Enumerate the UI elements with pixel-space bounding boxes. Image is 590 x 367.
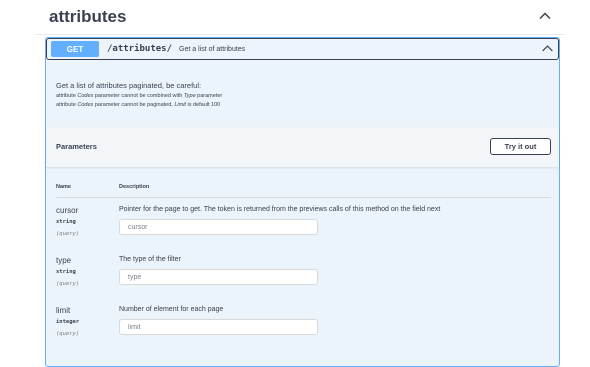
operation-description: Get a list of attributes paginated, be c… [56, 81, 546, 108]
param-type: string [56, 219, 76, 225]
tag-section-attributes: attributes GET /attributes/ Get a list o… [0, 0, 590, 367]
param-description: The type of the filter [119, 256, 181, 263]
chevron-up-icon[interactable] [537, 8, 553, 24]
parameters-title: Parameters [56, 142, 97, 151]
param-location: (query) [56, 331, 80, 337]
param-name: limit [56, 306, 71, 315]
param-description: Pointer for the page to get. The token i… [119, 206, 441, 213]
param-name: type [56, 256, 72, 265]
operation-summary-text: Get a list of attributes [179, 45, 246, 53]
column-header-name: Name [56, 184, 71, 190]
method-badge: GET [51, 41, 99, 57]
param-location: (query) [56, 231, 80, 237]
param-name: cursor [56, 206, 79, 215]
operation-summary[interactable]: GET /attributes/ Get a list of attribute… [46, 38, 559, 60]
try-it-out-button[interactable]: Try it out [490, 138, 551, 155]
column-header-description: Description [119, 184, 150, 190]
operation-block-get-attributes: GET /attributes/ Get a list of attribute… [45, 37, 560, 367]
header-divider [56, 197, 551, 198]
limit-input[interactable] [119, 319, 318, 335]
param-location: (query) [56, 281, 80, 287]
operation-path: /attributes/ [107, 44, 173, 54]
param-type: string [56, 269, 76, 275]
description-note: attribute Codes parameter cannot be pagi… [56, 102, 221, 108]
tag-header[interactable]: attributes [36, 0, 564, 35]
description-text: Get a list of attributes paginated, be c… [56, 81, 202, 90]
chevron-up-icon[interactable] [541, 42, 554, 55]
cursor-input[interactable] [119, 219, 318, 235]
description-note: attribute Codes parameter cannot be comb… [56, 93, 223, 99]
parameters-header: Parameters Try it out [46, 127, 559, 167]
type-input[interactable] [119, 269, 318, 285]
param-type: integer [56, 319, 80, 325]
tag-title: attributes [49, 7, 127, 26]
param-description: Number of element for each page [119, 306, 224, 313]
